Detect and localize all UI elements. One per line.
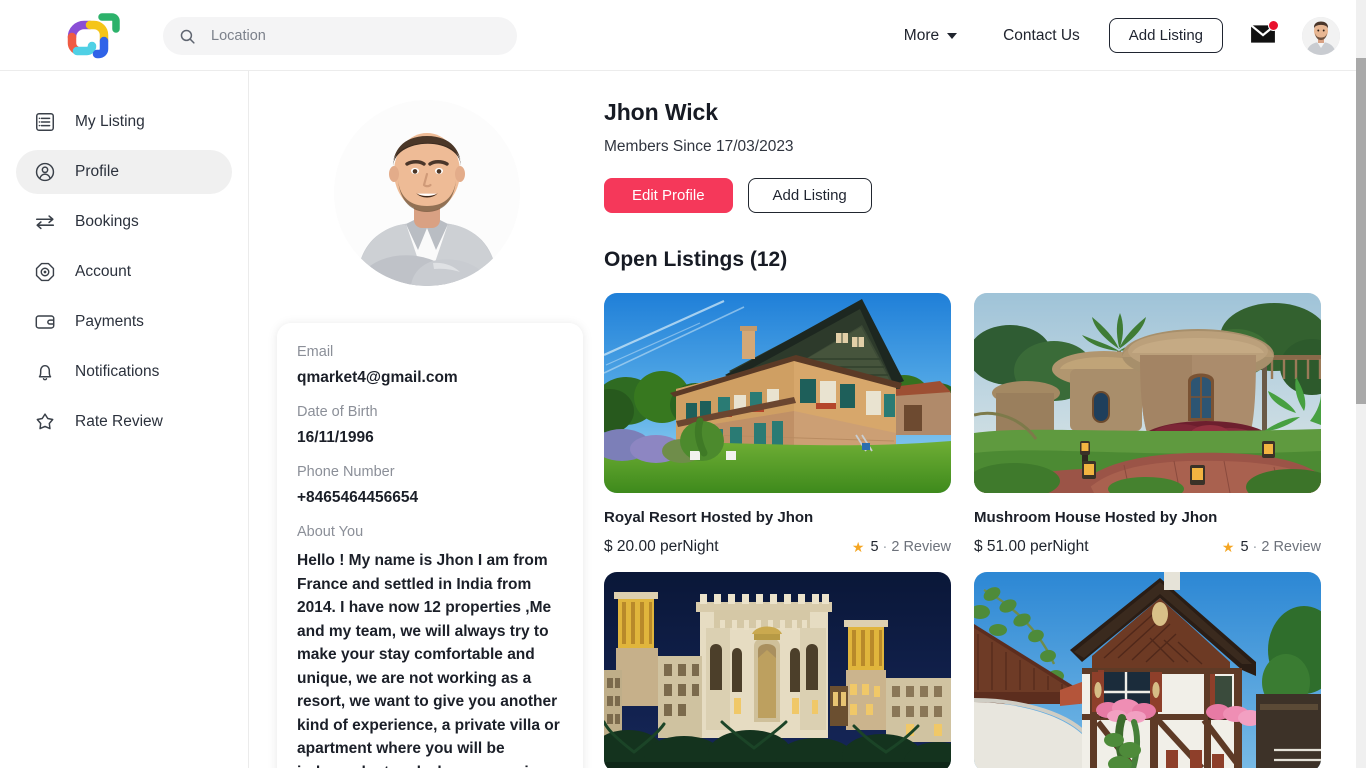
timber-house-photo <box>974 572 1321 768</box>
main-content: Jhon Wick Members Since 17/03/2023 Edit … <box>604 71 1356 768</box>
page-scrollbar[interactable] <box>1356 0 1366 768</box>
contact-us-link[interactable]: Contact Us <box>1003 27 1080 45</box>
listing-price: $ 51.00 perNight <box>974 538 1089 555</box>
open-listings-heading: Open Listings (12) <box>604 248 788 271</box>
more-menu-button[interactable]: More <box>903 26 958 45</box>
search-icon <box>180 29 195 44</box>
qmarket-logo[interactable] <box>62 9 120 61</box>
listing-title: Mushroom House Hosted by Jhon <box>974 509 1218 526</box>
listing-title: Royal Resort Hosted by Jhon <box>604 509 814 526</box>
listing-card[interactable] <box>604 572 951 768</box>
listing-image-timber-house[interactable] <box>974 572 1321 768</box>
star-icon: ★ <box>1221 539 1235 555</box>
header-add-listing-button[interactable]: Add Listing <box>1108 18 1223 53</box>
listing-price: $ 20.00 perNight <box>604 538 719 555</box>
email-value: qmarket4@gmail.com <box>297 369 458 386</box>
listing-rating: ★ 5 · 2 Review <box>1222 539 1321 555</box>
sidebar-item-rate-review[interactable]: Rate Review <box>16 400 232 444</box>
search-box[interactable] <box>163 17 517 55</box>
phone-value: +8465464456654 <box>297 489 419 506</box>
logo-icon <box>67 13 120 59</box>
profile-column: Email qmarket4@gmail.com Date of Birth 1… <box>249 71 604 768</box>
listing-card[interactable] <box>974 572 1321 768</box>
page-title: Jhon Wick <box>604 99 718 125</box>
listings-grid: Royal Resort Hosted by Jhon $ 20.00 perN… <box>604 293 1356 768</box>
profile-photo <box>333 100 520 286</box>
list-icon <box>36 113 54 131</box>
listing-image-arabian-palace[interactable] <box>604 572 951 768</box>
sidebar-item-label: My Listing <box>75 113 145 131</box>
sidebar-item-label: Rate Review <box>75 413 163 431</box>
email-label: Email <box>297 344 334 360</box>
chalet-photo <box>604 293 951 493</box>
dob-label: Date of Birth <box>297 404 378 420</box>
star-icon: ★ <box>851 539 865 555</box>
listing-card[interactable]: Mushroom House Hosted by Jhon $ 51.00 pe… <box>974 293 1321 556</box>
app-root: More Contact Us Add Listing <box>0 0 1366 768</box>
arabian-palace-photo <box>604 572 951 768</box>
page-scrollbar-thumb[interactable] <box>1356 58 1366 404</box>
sidebar-item-bookings[interactable]: Bookings <box>16 200 232 244</box>
listing-image-chalet[interactable] <box>604 293 951 493</box>
listing-meta: $ 51.00 perNight ★ 5 · 2 Review <box>974 538 1321 556</box>
rating-separator: · <box>1252 539 1258 555</box>
about-text: Hello ! My name is Jhon I am from France… <box>297 552 560 768</box>
top-header: More Contact Us Add Listing <box>0 0 1356 71</box>
rating-value: 5 <box>1240 539 1249 555</box>
listing-meta: $ 20.00 perNight ★ 5 · 2 Review <box>604 538 951 556</box>
more-label: More <box>903 26 940 44</box>
target-octagon-icon <box>35 262 55 282</box>
phone-label: Phone Number <box>297 464 395 480</box>
wallet-icon <box>35 315 55 329</box>
about-label: About You <box>297 524 364 540</box>
rating-separator: · <box>882 539 888 555</box>
notification-badge <box>1268 19 1279 31</box>
user-avatar[interactable] <box>1302 16 1340 55</box>
sidebar-item-account[interactable]: Account <box>16 250 232 294</box>
search-input[interactable] <box>211 18 501 54</box>
sidebar-item-label: Notifications <box>75 363 160 381</box>
messages-button[interactable] <box>1250 19 1279 49</box>
review-count: 2 Review <box>891 539 951 555</box>
listing-card[interactable]: Royal Resort Hosted by Jhon $ 20.00 perN… <box>604 293 951 556</box>
user-circle-icon <box>35 162 55 182</box>
sidebar-item-label: Bookings <box>75 213 139 231</box>
dob-value: 16/11/1996 <box>297 429 374 446</box>
bell-icon <box>38 364 52 381</box>
rating-value: 5 <box>870 539 879 555</box>
profile-actions: Edit Profile Add Listing <box>604 178 1356 213</box>
member-since-text: Members Since 17/03/2023 <box>604 138 794 155</box>
sidebar: My Listing Profile Bookings Account Paym… <box>0 71 249 768</box>
review-count: 2 Review <box>1261 539 1321 555</box>
sidebar-item-profile[interactable]: Profile <box>16 150 232 194</box>
exchange-arrows-icon <box>35 215 55 230</box>
chevron-down-icon <box>947 32 958 39</box>
sidebar-item-label: Profile <box>75 163 119 181</box>
sidebar-item-my-listing[interactable]: My Listing <box>16 100 232 144</box>
sidebar-item-payments[interactable]: Payments <box>16 300 232 344</box>
edit-profile-button[interactable]: Edit Profile <box>604 178 733 213</box>
mushroom-house-photo <box>974 293 1321 493</box>
star-outline-icon <box>36 413 54 430</box>
add-listing-button[interactable]: Add Listing <box>747 178 872 213</box>
header-nav-right: More Contact Us Add Listing <box>904 0 1340 71</box>
sidebar-item-notifications[interactable]: Notifications <box>16 350 232 394</box>
listing-rating: ★ 5 · 2 Review <box>852 539 951 555</box>
profile-info-card: Email qmarket4@gmail.com Date of Birth 1… <box>277 323 583 768</box>
sidebar-item-label: Payments <box>75 313 144 331</box>
listing-image-mushroom-house[interactable] <box>974 293 1321 493</box>
avatar-image <box>1302 16 1340 55</box>
profile-photo-image <box>333 100 520 286</box>
sidebar-item-label: Account <box>75 263 132 281</box>
